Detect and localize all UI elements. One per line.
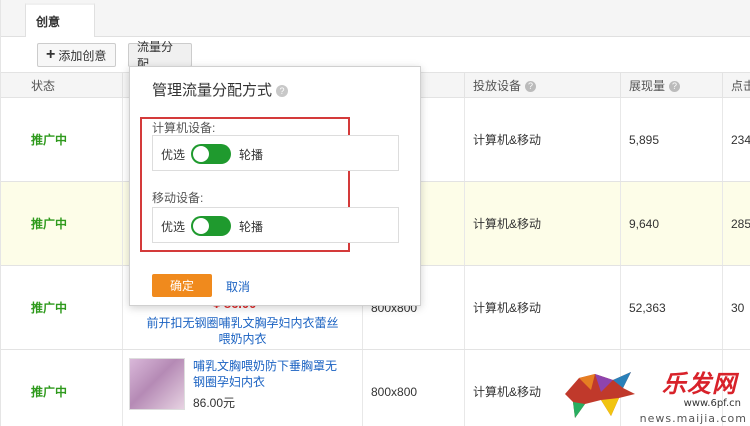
creative-price: 86.00元	[193, 396, 236, 410]
device-cell: 计算机&移动	[465, 98, 621, 181]
status-cell: 推广中	[23, 266, 123, 349]
help-icon[interactable]: ?	[669, 81, 681, 93]
cancel-link[interactable]: 取消	[226, 278, 250, 295]
popup-title: 管理流量分配方式?	[152, 79, 289, 100]
status-cell: 推广中	[23, 98, 123, 181]
creative-page: 创意 + 添加创意 流量分配 状态 投放设备? 展现量? 点击 推广中 计算机&…	[0, 0, 750, 426]
watermark: 乐发网 www.6pf.cn news.maijia.com	[561, 360, 750, 426]
popup-title-text: 管理流量分配方式	[152, 82, 273, 99]
tab-creative[interactable]: 创意	[25, 3, 95, 37]
header-clicks: 点击	[723, 73, 750, 99]
watermark-brand: 乐发网	[662, 369, 737, 398]
creative-title-link[interactable]: 哺乳文胸喂奶防下垂胸罩无钢圈孕妇内衣	[193, 358, 343, 390]
clicks-value: 30	[731, 300, 745, 315]
header-impressions: 展现量?	[621, 73, 723, 99]
clicks-value: 234	[731, 132, 750, 147]
tab-creative-label: 创意	[36, 14, 61, 29]
help-icon[interactable]: ?	[276, 85, 289, 98]
creative-title-link[interactable]: 前开扣无钢圈哺乳文胸孕妇内衣蕾丝喂奶内衣	[143, 315, 343, 347]
watermark-url-1: www.6pf.cn	[683, 398, 741, 409]
bull-logo-icon	[565, 372, 635, 418]
clicks-cell: 234	[723, 98, 750, 181]
pc-option-rotate: 轮播	[239, 148, 264, 162]
impressions-cell: 52,363	[621, 266, 723, 349]
flow-allocation-button[interactable]: 流量分配	[128, 40, 192, 71]
creative-cell: 哺乳文胸喂奶防下垂胸罩无钢圈孕妇内衣 86.00元	[123, 350, 363, 426]
impressions-value: 5,895	[629, 132, 660, 147]
device-value: 计算机&移动	[473, 217, 542, 231]
confirm-button[interactable]: 确定	[152, 274, 212, 297]
toggle-knob	[193, 218, 209, 234]
clicks-cell: 30	[723, 266, 750, 349]
mobile-option-rotate: 轮播	[239, 220, 264, 234]
header-status: 状态	[23, 73, 123, 99]
size-cell: 800x800	[363, 350, 465, 426]
device-cell: 计算机&移动	[465, 266, 621, 349]
tab-bar: 创意	[1, 0, 750, 37]
device-value: 计算机&移动	[473, 133, 542, 147]
add-creative-button[interactable]: + 添加创意	[37, 43, 116, 67]
impressions-cell: 9,640	[621, 182, 723, 265]
header-impressions-label: 展现量	[629, 79, 666, 93]
device-cell: 计算机&移动	[465, 182, 621, 265]
mobile-device-label: 移动设备:	[152, 191, 204, 205]
pc-option-preferred: 优选	[161, 148, 186, 162]
impressions-cell: 5,895	[621, 98, 723, 181]
clicks-value: 285	[731, 216, 750, 231]
status-cell: 推广中	[23, 350, 123, 426]
pc-toggle-switch[interactable]	[191, 144, 231, 164]
help-icon[interactable]: ?	[525, 81, 537, 93]
mobile-option-box: 优选 轮播	[152, 207, 399, 243]
status-badge: 推广中	[31, 133, 68, 147]
watermark-url-2: news.maijia.com	[639, 412, 747, 425]
plus-icon: +	[46, 46, 56, 63]
impressions-value: 9,640	[629, 216, 660, 231]
status-badge: 推广中	[31, 217, 68, 231]
device-value: 计算机&移动	[473, 301, 542, 315]
size-value: 800x800	[371, 384, 418, 399]
pc-option-box: 优选 轮播	[152, 135, 399, 171]
status-badge: 推广中	[31, 301, 68, 315]
toggle-knob	[193, 146, 209, 162]
status-cell: 推广中	[23, 182, 123, 265]
header-clicks-label: 点击	[731, 79, 750, 93]
pc-device-label: 计算机设备:	[152, 121, 216, 135]
header-device-label: 投放设备	[473, 79, 522, 93]
flow-allocation-popup: 管理流量分配方式? 计算机设备: 优选 轮播 移动设备: 优选 轮播 确定 取消	[129, 66, 421, 306]
header-device: 投放设备?	[465, 73, 621, 99]
product-thumbnail[interactable]	[129, 358, 185, 410]
header-status-label: 状态	[31, 79, 56, 93]
add-creative-label: 添加创意	[58, 48, 107, 63]
mobile-toggle-switch[interactable]	[191, 216, 231, 236]
status-badge: 推广中	[31, 385, 68, 399]
impressions-value: 52,363	[629, 300, 666, 315]
mobile-option-preferred: 优选	[161, 220, 186, 234]
device-value: 计算机&移动	[473, 385, 542, 399]
clicks-cell: 285	[723, 182, 750, 265]
